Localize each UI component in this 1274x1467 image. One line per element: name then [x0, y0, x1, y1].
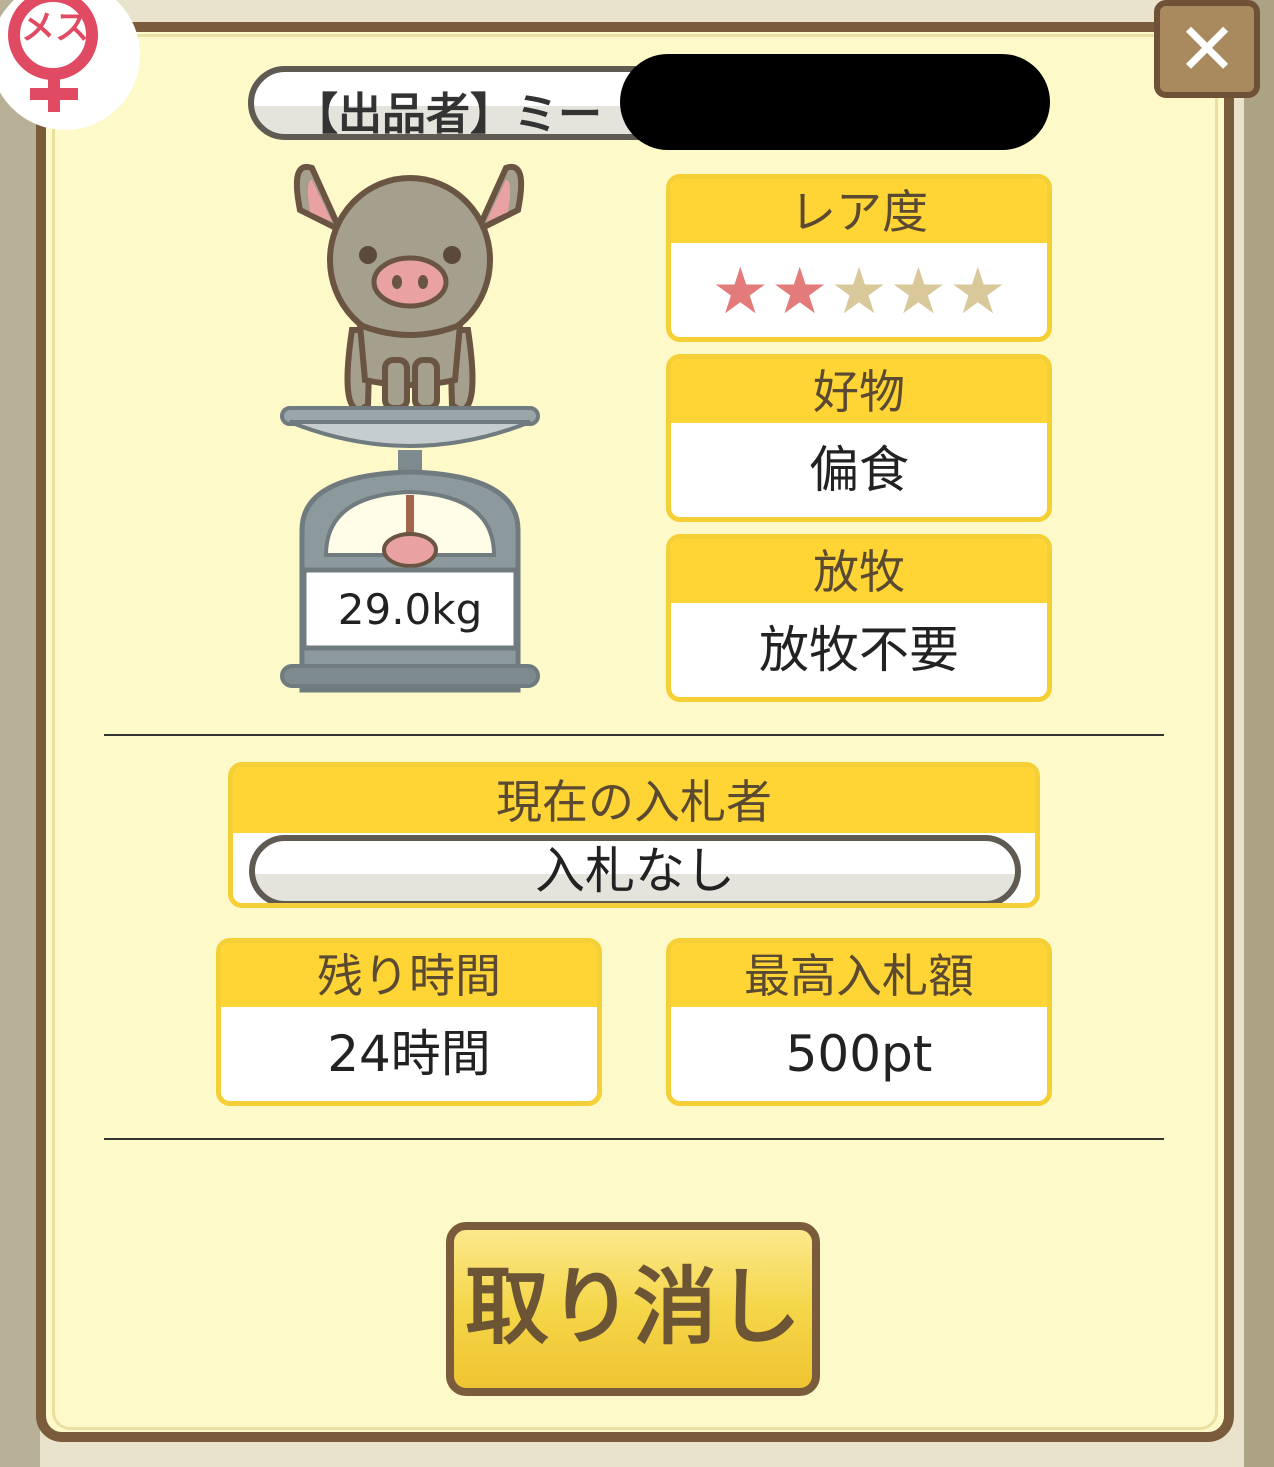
pig-on-scale-illustration: 29.0kg: [260, 150, 560, 695]
current-bidder-value: 入札なし: [249, 835, 1021, 903]
current-bidder-card: 現在の入札者 入札なし: [228, 762, 1040, 908]
seller-label: 【出品者】ミー: [294, 89, 602, 140]
grazing-title: 放牧: [671, 539, 1047, 603]
highest-bid-value: 500pt: [785, 1025, 933, 1083]
star-icon-3: ★: [830, 255, 888, 329]
sex-label: メス: [21, 8, 89, 48]
rarity-title: レア度: [671, 179, 1047, 243]
grazing-card: 放牧 放牧不要: [666, 534, 1052, 702]
cancel-button[interactable]: 取り消し: [446, 1222, 820, 1396]
star-icon-1: ★: [711, 255, 769, 329]
close-icon: ✕: [1176, 7, 1238, 91]
close-button[interactable]: ✕: [1154, 0, 1260, 98]
divider-top: [104, 734, 1164, 736]
redaction-mark: [620, 54, 1050, 150]
pig-weight-readout: 29.0kg: [337, 585, 483, 634]
star-icon-2: ★: [770, 255, 829, 329]
current-bidder-title: 現在の入札者: [233, 767, 1035, 833]
remaining-time-card: 残り時間 24時間: [216, 938, 602, 1106]
star-icon-5: ★: [949, 255, 1007, 329]
highest-bid-title: 最高入札額: [671, 943, 1047, 1007]
divider-bottom: [104, 1138, 1164, 1140]
favorite-value: 偏食: [809, 441, 909, 499]
rarity-stars: ★ ★ ★ ★ ★: [671, 243, 1047, 327]
highest-bid-card: 最高入札額 500pt: [666, 938, 1052, 1106]
rarity-card: レア度 ★ ★ ★ ★ ★: [666, 174, 1052, 342]
remaining-time-title: 残り時間: [221, 943, 597, 1007]
remaining-time-value: 24時間: [327, 1025, 491, 1083]
favorite-title: 好物: [671, 359, 1047, 423]
favorite-food-card: 好物 偏食: [666, 354, 1052, 522]
background-left-edge: [0, 0, 40, 1467]
star-icon-4: ★: [889, 255, 948, 329]
background-right-edge: [1244, 0, 1274, 1467]
grazing-value: 放牧不要: [759, 621, 959, 679]
